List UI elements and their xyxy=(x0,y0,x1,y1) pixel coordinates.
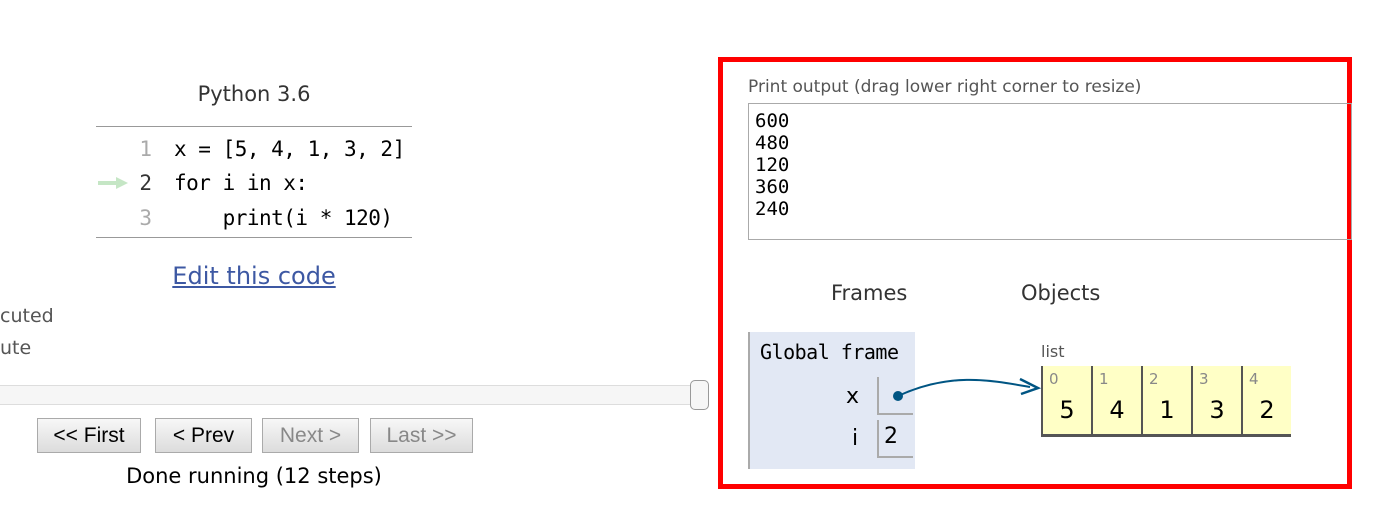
list-index: 1 xyxy=(1099,370,1109,388)
list-type-label: list xyxy=(1041,342,1065,361)
list-cell: 33 xyxy=(1191,366,1241,437)
list-cell: 42 xyxy=(1241,366,1291,437)
list-index: 4 xyxy=(1249,370,1259,388)
list-index: 3 xyxy=(1199,370,1209,388)
list-value: 5 xyxy=(1059,396,1075,424)
list-value: 2 xyxy=(1259,396,1275,424)
list-index: 0 xyxy=(1049,370,1059,388)
list-index: 2 xyxy=(1149,370,1159,388)
list-cell: 21 xyxy=(1141,366,1191,437)
list-value: 4 xyxy=(1109,396,1125,424)
list-cell: 14 xyxy=(1091,366,1141,437)
list-value: 3 xyxy=(1209,396,1225,424)
list-cell: 05 xyxy=(1041,366,1091,437)
list-value: 1 xyxy=(1159,396,1175,424)
